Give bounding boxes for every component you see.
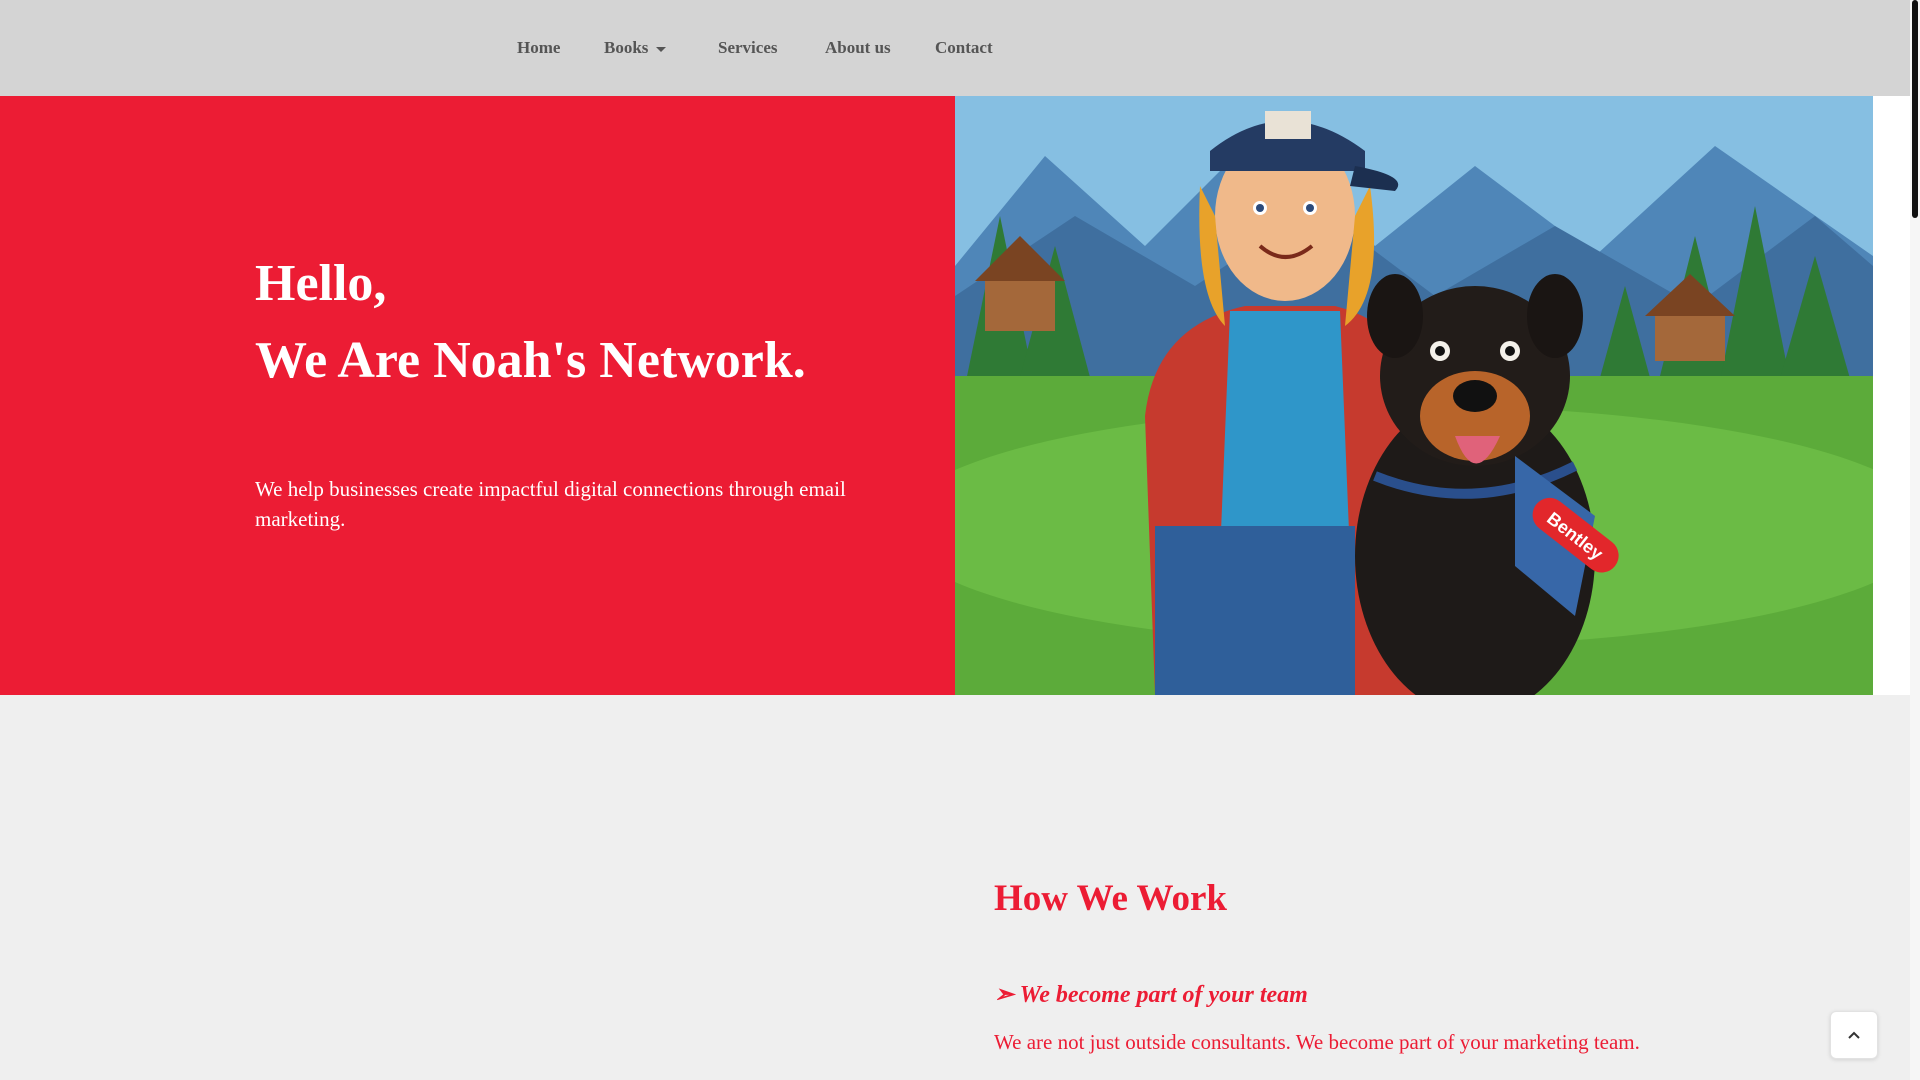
point-text: We are not just outside consultants. We … (994, 1030, 1640, 1054)
main-nav: Home Books Services About us Contact (0, 0, 1910, 96)
hero-title: We Are Noah's Network. (255, 332, 806, 389)
back-to-top-button[interactable] (1830, 1011, 1878, 1059)
point-heading: ➣ We become part of your team (994, 982, 1308, 1008)
how-we-work-title: How We Work (994, 878, 1228, 919)
hero-section: Hello, We Are Noah's Network. We help bu… (0, 96, 955, 695)
navbar: Home Books Services About us Contact (0, 0, 1910, 96)
scrollbar-thumb[interactable] (1912, 0, 1918, 218)
nav-contact-link[interactable]: Contact (935, 38, 993, 58)
hero-greeting: Hello, (255, 255, 387, 312)
chevron-up-icon (1848, 1031, 1860, 1039)
hero-illustration-art: Bentley (955, 96, 1873, 695)
nav-books-label: Books (604, 38, 649, 57)
hero-description: We help businesses create impactful digi… (255, 477, 846, 531)
hero-illustration: Bentley (955, 96, 1873, 695)
caret-down-icon (656, 46, 667, 52)
hero-right-gutter (1873, 96, 1910, 695)
nav-services-link[interactable]: Services (718, 38, 777, 58)
nav-home-link[interactable]: Home (517, 38, 560, 58)
nav-books-link[interactable]: Books (604, 38, 667, 58)
nav-about-link[interactable]: About us (825, 38, 891, 58)
